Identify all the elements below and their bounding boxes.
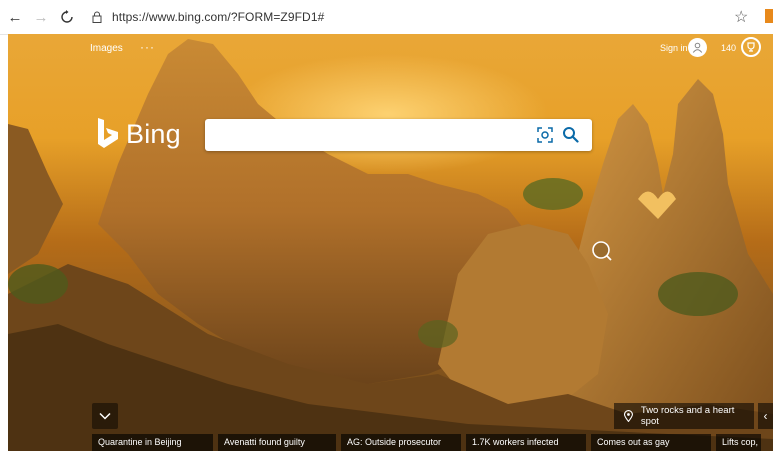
rewards-button[interactable]: [741, 37, 761, 57]
rewards-points[interactable]: 140: [721, 43, 736, 53]
url-text[interactable]: https://www.bing.com/?FORM=Z9FD1#: [112, 10, 324, 24]
background-image: [8, 39, 773, 451]
bing-homepage: Images ··· Sign in 140 Bing Two rocks an…: [8, 34, 773, 451]
address-bar[interactable]: https://www.bing.com/?FORM=Z9FD1#: [92, 5, 324, 29]
refresh-button[interactable]: [56, 6, 78, 28]
news-item[interactable]: Avenatti found guilty: [218, 434, 336, 451]
images-link[interactable]: Images: [90, 43, 123, 54]
location-pin-icon: [624, 410, 633, 422]
news-item[interactable]: Comes out as gay: [591, 434, 711, 451]
back-arrow-icon: ←: [7, 8, 23, 26]
previous-image-button[interactable]: ‹: [758, 403, 773, 429]
news-item[interactable]: Quarantine in Beijing: [92, 434, 213, 451]
search-icon[interactable]: [562, 126, 579, 143]
news-item[interactable]: AG: Outside prosecutor: [341, 434, 461, 451]
trophy-icon: [747, 42, 755, 52]
search-input[interactable]: [215, 125, 519, 147]
browser-toolbar: ← → https://www.bing.com/?FORM=Z9FD1# ☆: [0, 0, 773, 35]
lock-icon: [92, 11, 102, 23]
image-caption[interactable]: Two rocks and a heart spot: [614, 403, 754, 429]
image-caption-text[interactable]: Two rocks and a heart spot: [641, 405, 754, 427]
favorite-star-icon[interactable]: ☆: [734, 7, 748, 27]
refresh-icon: [61, 10, 73, 23]
bing-logo[interactable]: Bing: [96, 118, 181, 150]
visual-search-icon[interactable]: [537, 127, 553, 143]
forward-button[interactable]: →: [30, 6, 52, 28]
news-carousel: Quarantine in Beijing Avenatti found gui…: [8, 434, 773, 451]
news-item[interactable]: Lifts cop, is a: [716, 434, 761, 451]
extension-icon[interactable]: [765, 9, 773, 23]
news-item[interactable]: 1.7K workers infected: [466, 434, 586, 451]
avatar[interactable]: [688, 38, 707, 57]
bing-b-icon: [98, 118, 118, 148]
user-icon: [692, 42, 703, 53]
forward-arrow-icon: →: [33, 8, 49, 26]
chevron-left-icon: ‹: [763, 409, 768, 423]
chevron-down-icon: [99, 412, 111, 420]
search-box: [205, 119, 592, 151]
bing-logo-text: Bing: [126, 118, 181, 149]
sign-in-link[interactable]: Sign in: [660, 43, 688, 53]
back-button[interactable]: ←: [4, 6, 26, 28]
scroll-down-button[interactable]: [92, 403, 118, 429]
image-hotspot-icon[interactable]: [591, 240, 613, 262]
more-menu-button[interactable]: ···: [140, 40, 155, 54]
